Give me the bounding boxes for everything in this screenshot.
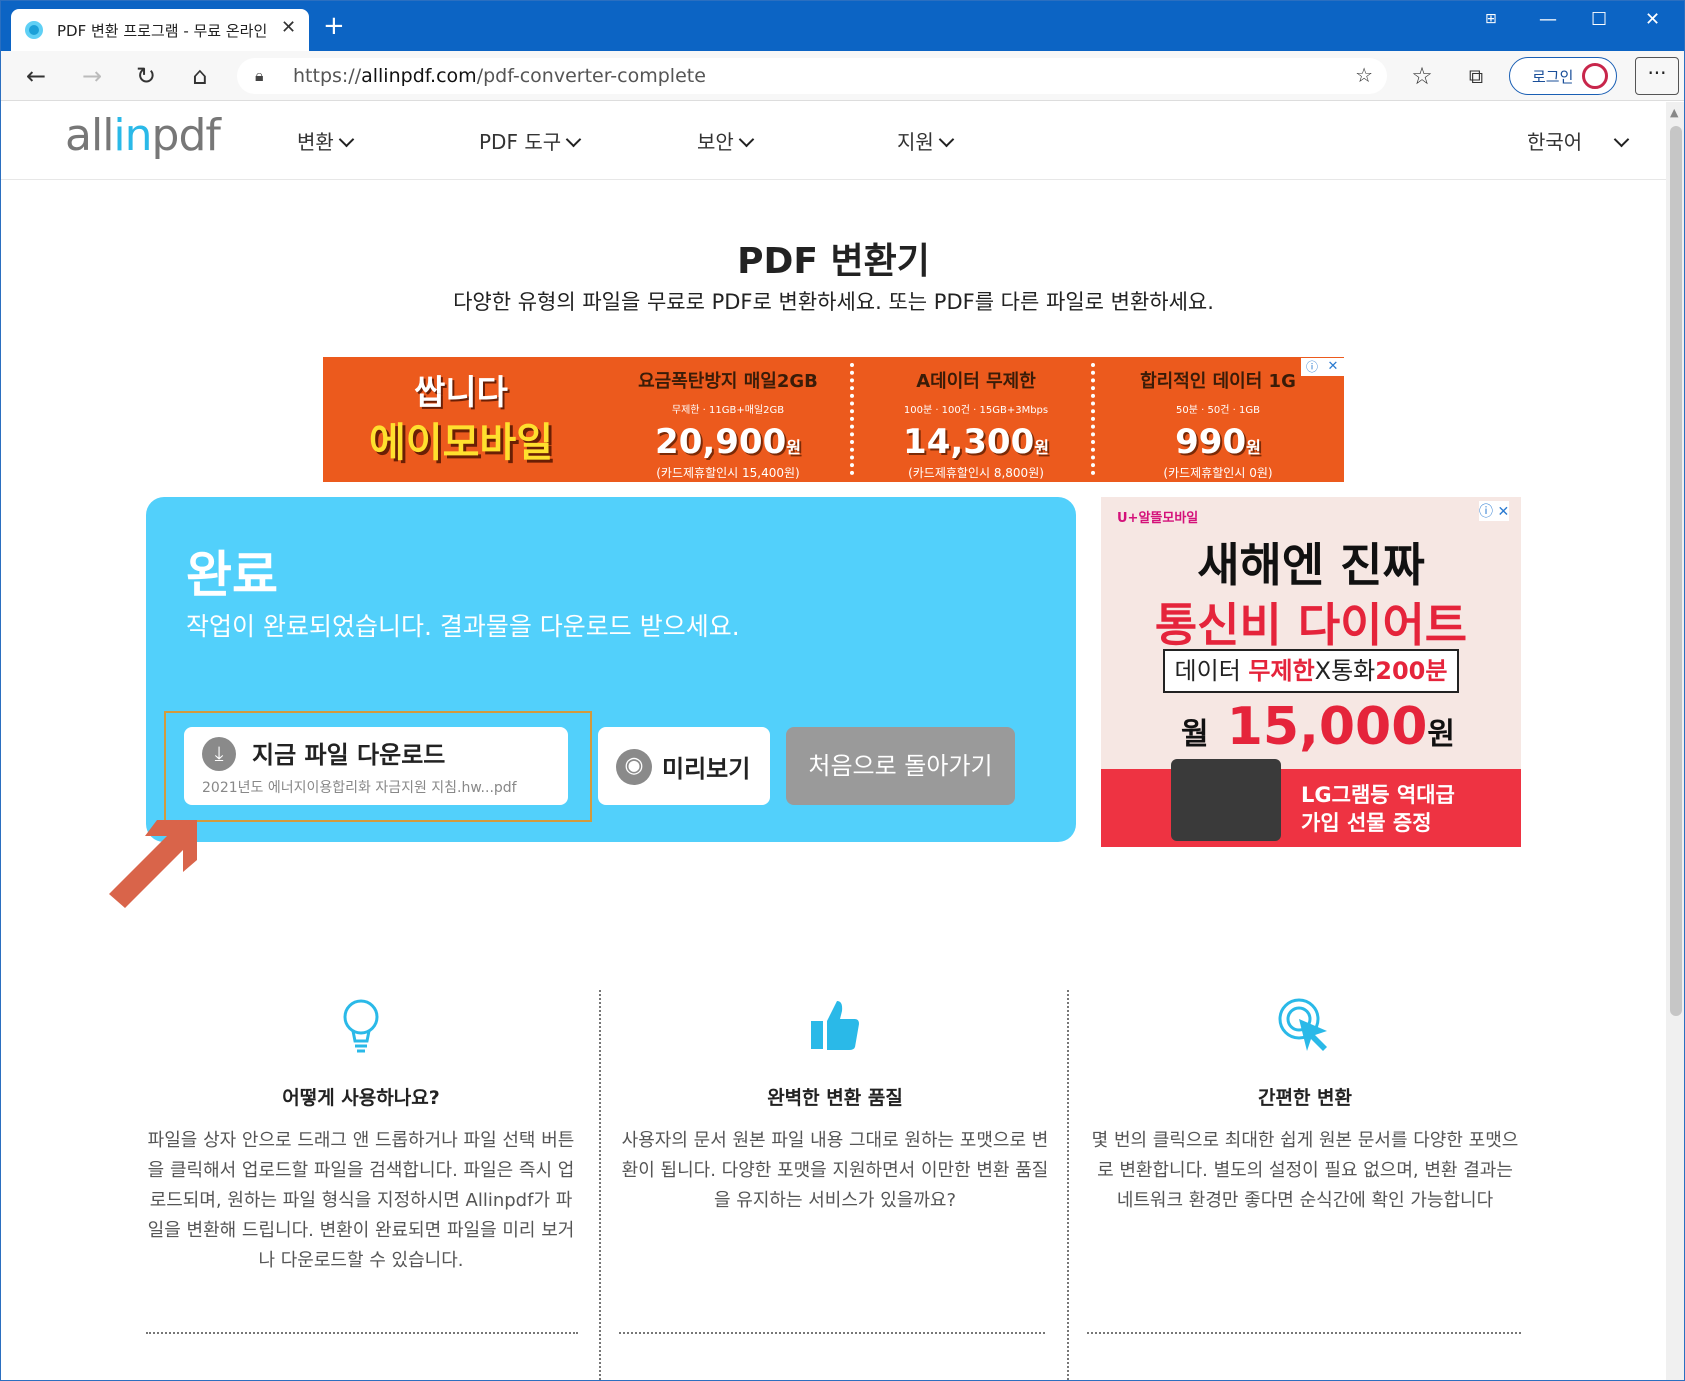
eye-icon: ◉ [616, 749, 652, 785]
menu-pdf-tools[interactable]: PDF 도구 [479, 126, 582, 155]
feature-text: 몇 번의 클릭으로 최대한 쉽게 원본 문서를 다양한 포맷으로 변환합니다. … [1091, 1130, 1519, 1211]
menu-convert[interactable]: 변환 [297, 126, 355, 155]
title-bar: PDF 변환 프로그램 - 무료 온라인 ✕ + ⊞ — ☐ ✕ [1, 1, 1684, 51]
close-window-icon[interactable]: ✕ [1645, 9, 1660, 30]
site-logo[interactable]: allinpdf [65, 110, 221, 161]
banner-plan: A데이터 무제한 100분 · 100건 · 15GB+3Mbps 14,300… [903, 371, 1049, 480]
tab-title: PDF 변환 프로그램 - 무료 온라인 [57, 22, 268, 40]
home-icon[interactable]: ⌂ [185, 61, 215, 91]
back-icon[interactable]: ← [21, 61, 51, 91]
browser-window: PDF 변환 프로그램 - 무료 온라인 ✕ + ⊞ — ☐ ✕ ← → ↻ ⌂… [0, 0, 1685, 1381]
preview-label: 미리보기 [662, 755, 751, 783]
ad-close-icon[interactable]: ⓘ ✕ [1479, 501, 1510, 521]
url-text[interactable]: https://allinpdf.com/pdf-converter-compl… [293, 65, 706, 87]
banner-plan: 합리적인 데이터 1G 50분 · 50건 · 1GB 990원 (카드제휴할인… [1140, 371, 1296, 480]
divider [1087, 1332, 1521, 1334]
feature-easy: 간편한 변환 몇 번의 클릭으로 최대한 쉽게 원본 문서를 다양한 포맷으로 … [1085, 997, 1525, 1216]
page-title: PDF 변환기 [737, 241, 930, 282]
ad-info-icon[interactable]: ⓘ [1301, 358, 1323, 376]
download-button[interactable]: ⤓ 지금 파일 다운로드 2021년도 에너지이용합리화 자금지원 지침.hw.… [184, 727, 568, 805]
restart-button[interactable]: 처음으로 돌아가기 [786, 727, 1015, 805]
feature-how-to-use: 어떻게 사용하나요? 파일을 상자 안으로 드래그 앤 드롭하거나 파일 선택 … [141, 997, 581, 1276]
chevron-down-icon [565, 131, 582, 148]
chevron-down-icon [1613, 131, 1630, 148]
address-bar[interactable]: 🔒︎ https://allinpdf.com/pdf-converter-co… [237, 58, 1387, 94]
divider [619, 1332, 1045, 1334]
profile-avatar [1582, 63, 1608, 89]
chevron-down-icon [938, 131, 955, 148]
vertical-scrollbar[interactable]: ▲ [1666, 102, 1684, 1380]
collections-icon[interactable]: ⧉ [1461, 61, 1491, 91]
page-subtitle: 다양한 유형의 파일을 무료로 PDF로 변환하세요. 또는 PDF를 다른 파… [453, 290, 1214, 314]
banner-plan: 요금폭탄방지 매일2GB 무제한 · 11GB+매일2GB 20,900원 (카… [638, 371, 818, 480]
language-selector[interactable]: 한국어 [1527, 126, 1630, 155]
side-ad-plan-box: 데이터 무제한X통화200분 [1163, 649, 1459, 693]
download-label: 지금 파일 다운로드 [252, 741, 446, 769]
login-button[interactable]: 로그인 [1509, 57, 1617, 95]
side-ad-brand: U+알뜰모바일 [1117, 511, 1199, 526]
result-title: 완료 [186, 546, 278, 604]
maximize-icon[interactable]: ☐ [1591, 9, 1607, 30]
forward-icon[interactable]: → [77, 61, 107, 91]
more-menu-icon[interactable]: ··· [1635, 57, 1679, 95]
side-ad[interactable]: U+알뜰모바일 ⓘ ✕ 새해엔 진짜 통신비 다이어트 데이터 무제한X통화20… [1101, 497, 1521, 847]
side-ad-line2: 통신비 다이어트 [1154, 598, 1468, 652]
add-favorite-icon[interactable]: ☆ [1355, 63, 1373, 87]
browser-tab[interactable]: PDF 변환 프로그램 - 무료 온라인 ✕ [11, 9, 309, 51]
feature-title: 어떻게 사용하나요? [282, 1087, 440, 1109]
divider [146, 1332, 578, 1334]
site-favicon-icon [25, 21, 43, 39]
refresh-icon[interactable]: ↻ [131, 61, 161, 91]
divider [599, 990, 601, 1380]
feature-title: 완벽한 변환 품질 [767, 1087, 903, 1109]
navigation-bar: ← → ↻ ⌂ 🔒︎ https://allinpdf.com/pdf-conv… [1, 51, 1684, 101]
result-description: 작업이 완료되었습니다. 결과물을 다운로드 받으세요. [186, 612, 740, 641]
preview-button[interactable]: ◉ 미리보기 [598, 727, 770, 805]
tab-actions-icon[interactable]: ⊞ [1485, 11, 1497, 27]
side-ad-promo: LG그램등 역대급 가입 선물 증정 [1301, 783, 1455, 835]
scroll-up-icon[interactable]: ▲ [1670, 106, 1678, 119]
chevron-down-icon [338, 131, 355, 148]
menu-support[interactable]: 지원 [897, 126, 955, 155]
laptop-image [1171, 759, 1281, 841]
scrollbar-thumb[interactable] [1670, 126, 1682, 1016]
banner-divider [850, 363, 854, 475]
banner-ad[interactable]: 쌉니다 에이모바일 요금폭탄방지 매일2GB 무제한 · 11GB+매일2GB … [323, 357, 1344, 482]
chevron-down-icon [738, 131, 755, 148]
new-tab-icon[interactable]: + [323, 13, 345, 39]
lock-icon[interactable]: 🔒︎ [255, 66, 264, 86]
minimize-icon[interactable]: — [1539, 9, 1557, 30]
tab-close-icon[interactable]: ✕ [281, 17, 296, 38]
file-name: 2021년도 에너지이용합리화 자금지원 지침.hw...pdf [202, 780, 517, 796]
click-icon [1085, 997, 1525, 1067]
feature-quality: 완벽한 변환 품질 사용자의 문서 원본 파일 내용 그대로 원하는 포맷으로 … [615, 997, 1055, 1216]
feature-title: 간편한 변환 [1257, 1087, 1352, 1109]
feature-text: 파일을 상자 안으로 드래그 앤 드롭하거나 파일 선택 버튼을 클릭해서 업로… [147, 1130, 575, 1271]
side-ad-line1: 새해엔 진짜 [1197, 538, 1425, 592]
side-ad-price: 월 15,000원 [1181, 697, 1455, 757]
page-content: allinpdf 변환 PDF 도구 보안 지원 한국어 PDF 변환기 다양한… [1, 102, 1666, 1380]
download-icon: ⤓ [202, 737, 236, 771]
banner-divider [1091, 363, 1095, 475]
lightbulb-icon [141, 997, 581, 1067]
menu-security[interactable]: 보안 [697, 126, 755, 155]
divider [1067, 990, 1069, 1380]
favorites-icon[interactable]: ☆ [1407, 61, 1437, 91]
banner-ad-logo: 쌉니다 에이모바일 [369, 373, 553, 466]
site-header: allinpdf 변환 PDF 도구 보안 지원 한국어 [1, 102, 1666, 180]
result-panel: 완료 작업이 완료되었습니다. 결과물을 다운로드 받으세요. ⤓ 지금 파일 … [146, 497, 1076, 842]
annotation-arrow-icon [109, 820, 197, 908]
ad-close-icon[interactable]: ✕ [1322, 358, 1344, 376]
thumbs-up-icon [615, 997, 1055, 1067]
feature-text: 사용자의 문서 원본 파일 내용 그대로 원하는 포맷으로 변환이 됩니다. 다… [621, 1130, 1049, 1211]
